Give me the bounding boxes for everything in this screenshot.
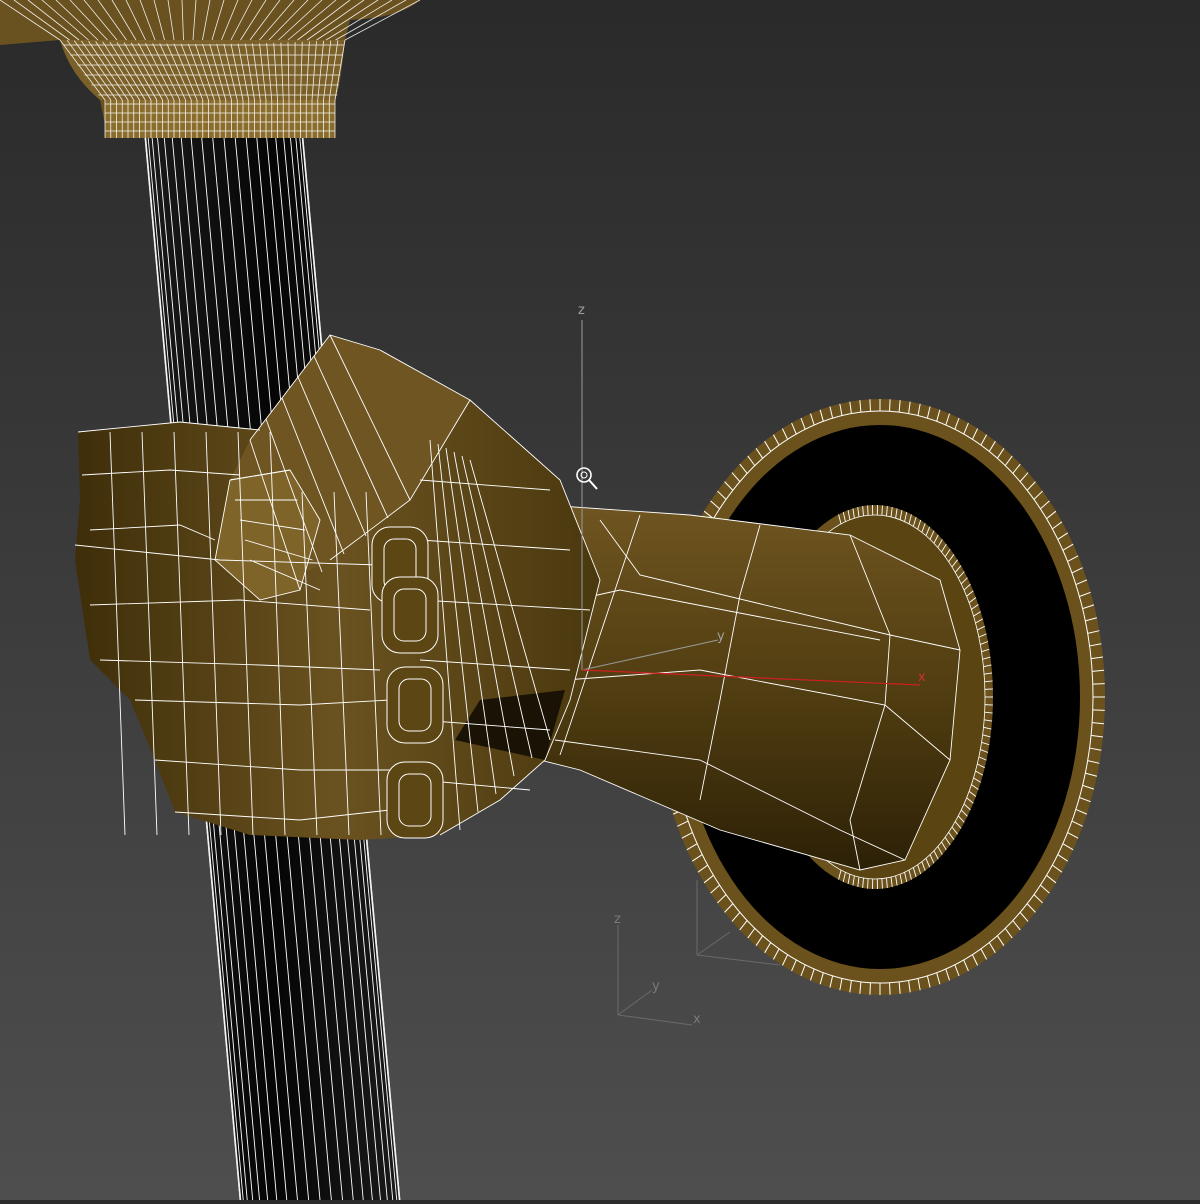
world-axis-z-label: z bbox=[614, 912, 621, 927]
gizmo-z-label: z bbox=[578, 303, 585, 318]
gizmo-x-label: x bbox=[918, 670, 926, 685]
3d-viewport[interactable]: z y x bbox=[0, 0, 1200, 1200]
world-axis-x-label: x bbox=[693, 1012, 701, 1027]
gizmo-y-label: y bbox=[717, 629, 725, 644]
viewport-scene[interactable]: z y x bbox=[0, 0, 1200, 1200]
world-axis-y-label: y bbox=[652, 979, 660, 994]
